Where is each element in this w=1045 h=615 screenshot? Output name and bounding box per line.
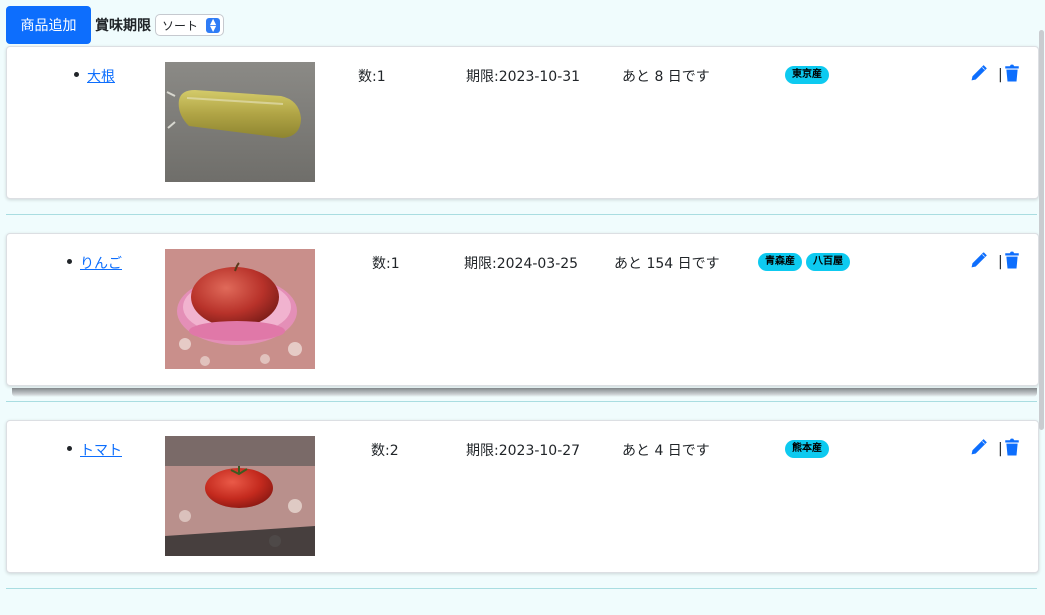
trash-icon[interactable] [1004, 251, 1020, 273]
select-arrows-icon: ▲ ▼ [206, 17, 221, 33]
add-item-button[interactable]: 商品追加 [6, 6, 91, 44]
item-quantity: 数:1 [372, 256, 400, 272]
action-separator: | [998, 67, 1003, 83]
item-days-remaining: あと 8 日です [622, 69, 710, 85]
toolbar: 商品追加 賞味期限 ソート ▲ ▼ [6, 6, 225, 44]
item-actions: | [970, 251, 1020, 273]
item-name-link[interactable]: 大根 [87, 66, 115, 86]
item-quantity: 数:2 [371, 443, 399, 459]
pencil-icon[interactable] [970, 64, 988, 86]
action-separator: | [998, 254, 1003, 270]
item-name-link[interactable]: りんご [80, 253, 122, 273]
item-photo-apple [165, 249, 315, 369]
item-name-link[interactable]: トマト [80, 440, 122, 460]
pencil-icon[interactable] [970, 251, 988, 273]
trash-icon[interactable] [1004, 438, 1020, 460]
sort-label: 賞味期限 [95, 18, 151, 34]
item-tags: 東京産 [785, 66, 829, 84]
drag-shadow [12, 388, 1037, 397]
item-photo-tomato [165, 436, 315, 556]
item-quantity: 数:1 [358, 69, 386, 85]
sort-select[interactable]: ソート ▲ ▼ [155, 14, 225, 36]
item-actions: | [970, 64, 1020, 86]
pencil-icon[interactable] [970, 438, 988, 460]
tag-badge: 八百屋 [806, 253, 850, 271]
item-days-remaining: あと 4 日です [622, 443, 710, 459]
row-divider [6, 588, 1037, 589]
scrollbar[interactable] [1038, 0, 1045, 615]
list-bullet [67, 446, 72, 451]
item-days-remaining: あと 154 日です [614, 256, 720, 272]
row-divider [6, 214, 1037, 215]
item-actions: | [970, 438, 1020, 460]
list-bullet [74, 72, 79, 77]
item-card-apple: りんご 数:1 期限:2024-03-25 あと 154 日です 青森産 八百屋 [6, 233, 1039, 386]
scrollbar-thumb[interactable] [1039, 30, 1044, 430]
tag-badge: 熊本産 [785, 440, 829, 458]
tag-badge: 東京産 [785, 66, 829, 84]
item-expiry: 期限:2023-10-31 [466, 69, 581, 85]
item-tags: 熊本産 [785, 440, 829, 458]
item-photo-daikon [165, 62, 315, 182]
row-divider [6, 401, 1037, 402]
list-bullet [67, 259, 72, 264]
item-expiry: 期限:2024-03-25 [464, 256, 579, 272]
tag-badge: 青森産 [758, 253, 802, 271]
item-card-tomato: トマト 数:2 期限:2023-10-27 あと 4 日です 熊本産 | [6, 420, 1039, 573]
item-tags: 青森産 八百屋 [758, 253, 850, 271]
sort-select-value: ソート [162, 18, 199, 33]
trash-icon[interactable] [1004, 64, 1020, 86]
item-expiry: 期限:2023-10-27 [466, 443, 581, 459]
action-separator: | [998, 441, 1003, 457]
item-card-daikon: 大根 数:1 期限:2023-10-31 あと 8 日です 東京産 | [6, 46, 1039, 199]
